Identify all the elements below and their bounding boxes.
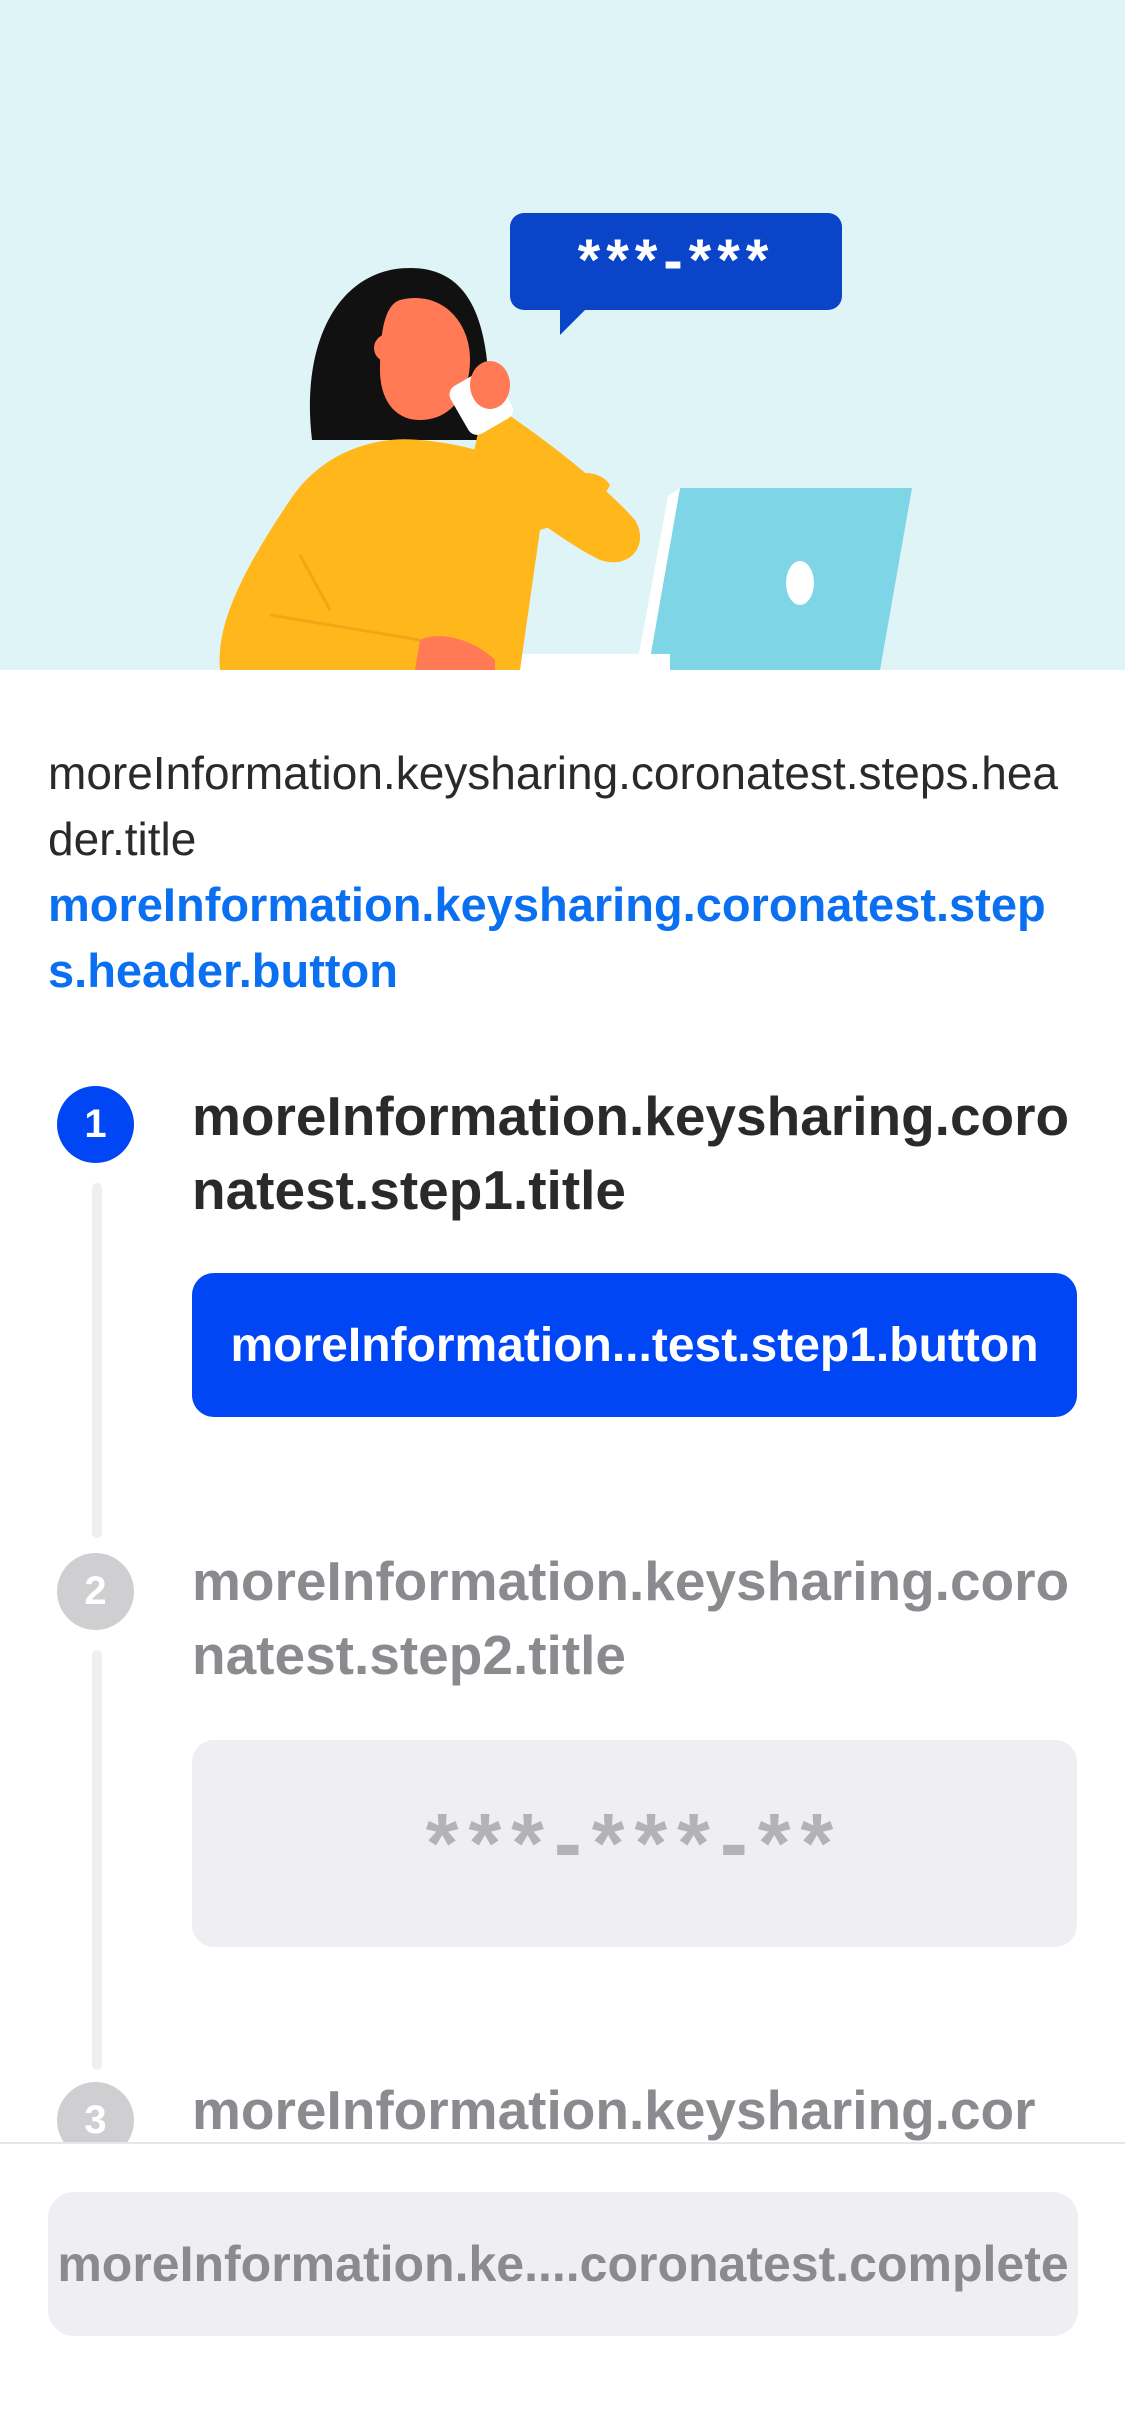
bottom-action-bar: moreInformation.ke....coronatest.complet… xyxy=(0,2142,1125,2436)
step-connector-line xyxy=(92,1183,102,1538)
step-1-button[interactable]: moreInformation...test.step1.button xyxy=(192,1273,1077,1417)
step-3-title: moreInformation.keysharing.cor xyxy=(192,2079,1036,2141)
hero-illustration: ***-*** xyxy=(0,0,1125,670)
person-on-phone-illustration: ***-*** xyxy=(219,213,912,670)
header-title: moreInformation.keysharing.coronatest.st… xyxy=(48,747,1058,865)
speech-bubble: ***-*** xyxy=(510,213,842,335)
step-1-indicator: 1 xyxy=(57,1086,134,1163)
step-1-title: moreInformation.keysharing.coronatest.st… xyxy=(192,1085,1070,1221)
complete-button[interactable]: moreInformation.ke....coronatest.complet… xyxy=(48,2192,1078,2336)
step-connector-line xyxy=(92,1650,102,2070)
code-input-field[interactable]: ***-***-** xyxy=(192,1740,1077,1947)
header-link-button[interactable]: moreInformation.keysharing.coronatest.st… xyxy=(48,872,1078,1004)
step-2-title: moreInformation.keysharing.coronatest.st… xyxy=(192,1550,1070,1686)
svg-text:***-***: ***-*** xyxy=(578,228,775,293)
step-2-indicator: 2 xyxy=(57,1553,134,1630)
